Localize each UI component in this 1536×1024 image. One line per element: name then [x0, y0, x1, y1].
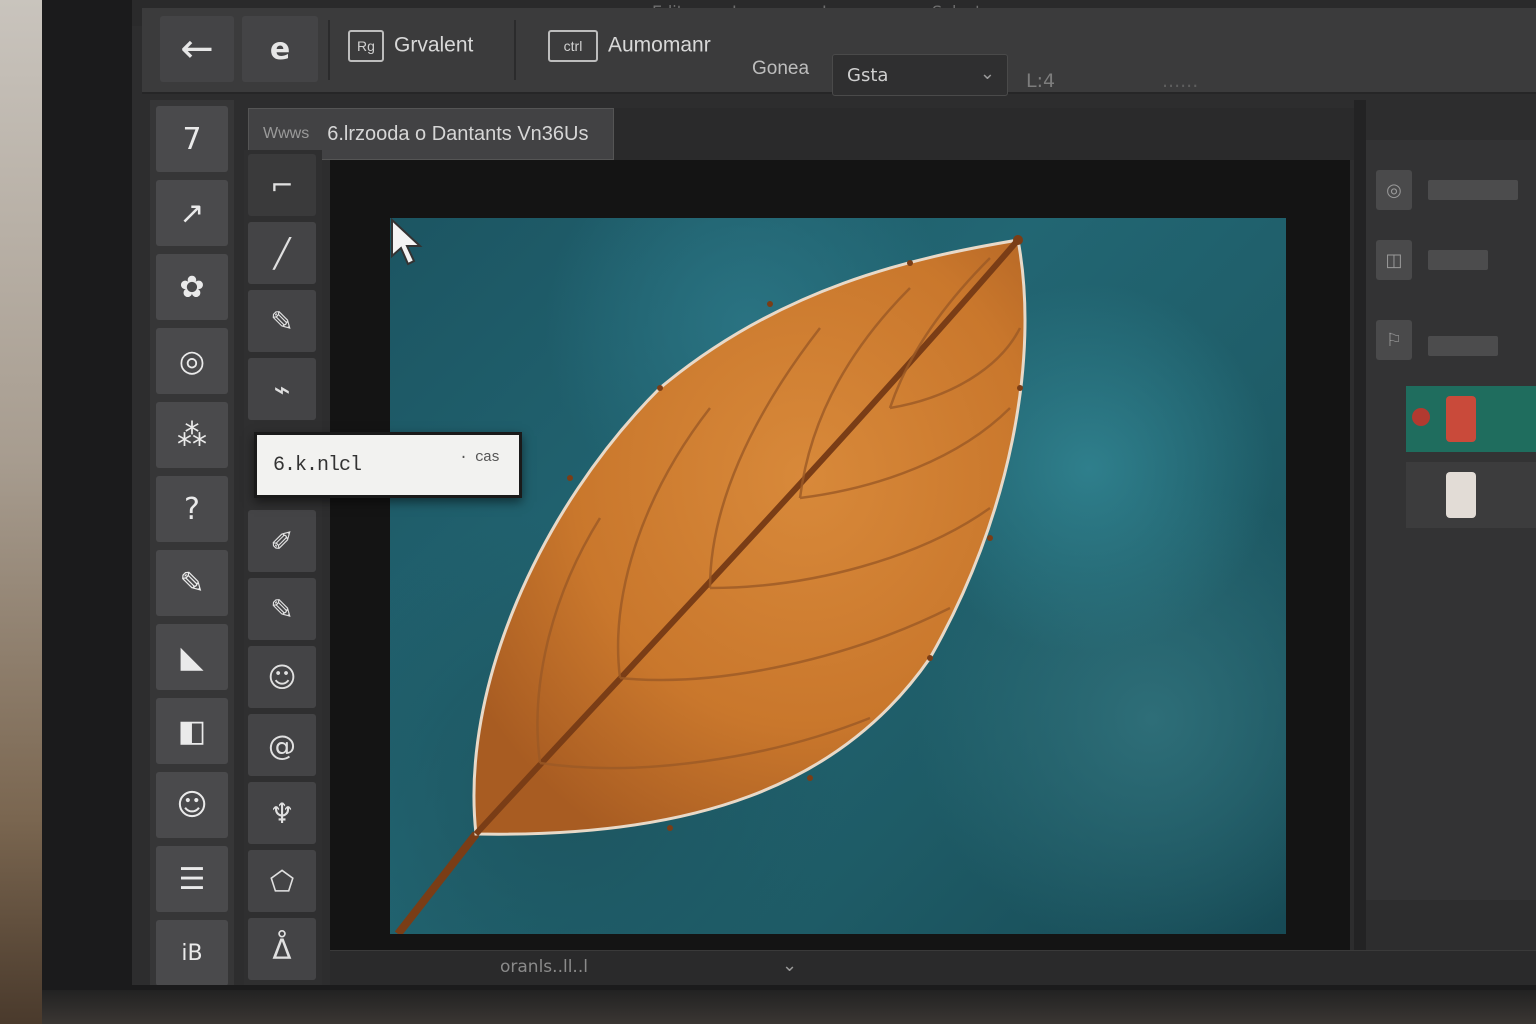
layer-thumbnail [1446, 472, 1476, 518]
pencil-icon: ✐ [270, 524, 294, 558]
brush-icon: 7 [182, 121, 202, 157]
tool-move[interactable]: ↗ [156, 180, 228, 246]
brush-icon: ✎ [270, 304, 294, 338]
secondary-tools-panel: ⌐ ╱ ✎ ⌁ ✐ ✎ ☺ @ ♆ ⬠ ᐂ [244, 150, 322, 985]
options-bar: ← e Rg Grvalent ctrl Aumomanr Gonea Gsta ⌄… [142, 8, 1536, 96]
face-icon: ☺ [176, 787, 208, 823]
move-icon: ↗ [179, 195, 205, 231]
mouse-cursor-icon [391, 218, 423, 266]
automation-label: Aumomanr [608, 33, 711, 57]
panel-label-2 [1428, 250, 1488, 270]
tool-heal[interactable]: ✿ [156, 254, 228, 320]
tool-option-10[interactable]: ⬠ [248, 850, 316, 912]
at-icon: @ [268, 728, 296, 762]
tool-option-2[interactable]: ╱ [248, 222, 316, 284]
tool-option-11[interactable]: ᐂ [248, 918, 316, 980]
e-button[interactable]: e [242, 16, 318, 82]
tooltip-shortcut: · cas [458, 449, 500, 466]
tool-option-7[interactable]: ☺ [248, 646, 316, 708]
mode-dropdown-value: Gsta [847, 64, 889, 86]
visibility-icon[interactable] [1412, 408, 1430, 426]
tool-option-1[interactable]: ⌐ [248, 154, 316, 216]
layer-row-active[interactable] [1406, 386, 1536, 452]
list-icon: ☰ [178, 861, 206, 897]
tool-option-5[interactable]: ✐ [248, 510, 316, 572]
extra-option[interactable]: L:4 [1026, 70, 1055, 92]
tool-option-6[interactable]: ✎ [248, 578, 316, 640]
back-button[interactable]: ← [160, 16, 234, 82]
blob-icon: ⁂ [177, 417, 207, 453]
document-tab-prefix: Wwws [263, 125, 310, 142]
chevron-down-icon[interactable]: ⌄ [782, 955, 797, 976]
automation-option[interactable]: ctrl Aumomanr [548, 30, 711, 62]
divider [514, 20, 516, 80]
heal-icon: ✿ [179, 269, 205, 305]
pentagon-icon: ⬠ [269, 864, 295, 898]
photo-canvas[interactable] [390, 218, 1286, 934]
faded-option: ...... [1162, 70, 1199, 92]
tab-strip [614, 108, 1354, 160]
trident-icon: ♆ [269, 796, 295, 830]
panel-icon-3[interactable]: ⚐ [1376, 320, 1412, 360]
tool-list[interactable]: ☰ [156, 846, 228, 912]
triangle-icon: ◣ [180, 639, 204, 675]
canvas-area[interactable] [330, 160, 1350, 950]
automation-icon: ctrl [548, 30, 598, 62]
status-bar: oranls..ll..l ⌄ [330, 950, 1536, 985]
panel-divider [1354, 100, 1366, 985]
target-icon: ◎ [178, 343, 206, 379]
panel-label-3 [1428, 336, 1498, 356]
tool-target[interactable]: ◎ [156, 328, 228, 394]
e-button-label: e [269, 31, 291, 67]
app-window: Edit Image Layer Select ← e RgGrvalent c… [132, 0, 1536, 985]
tool-crop[interactable]: ◧ [156, 698, 228, 764]
corner-icon: ⌐ [270, 168, 294, 202]
spring-icon: ⌁ [273, 372, 291, 406]
mode-dropdown[interactable]: Gsta ⌄ [832, 54, 1008, 96]
arrow-left-icon: ← [180, 26, 214, 72]
tool-tooltip: 6.k.nlcl · cas [254, 432, 522, 498]
layer-thumbnail [1446, 396, 1476, 442]
gradient-option[interactable]: Rg Grvalent [348, 30, 473, 62]
divider [328, 20, 330, 80]
monitor-bezel-bottom [42, 990, 1536, 1024]
tool-help[interactable]: ? [156, 476, 228, 542]
tool-option-8[interactable]: @ [248, 714, 316, 776]
marker-icon: ✎ [270, 592, 294, 626]
panel-icon-2[interactable]: ◫ [1376, 240, 1412, 280]
layers-panel: ◎ ◫ ⚐ [1366, 140, 1536, 900]
tool-shape[interactable]: ◣ [156, 624, 228, 690]
panel-icon-1[interactable]: ◎ [1376, 170, 1412, 210]
leaf-image [394, 235, 1027, 934]
pen-icon: ✎ [179, 565, 205, 601]
tool-blob[interactable]: ⁂ [156, 402, 228, 468]
status-text: oranls..ll..l [500, 957, 588, 977]
gradient-icon: Rg [348, 30, 384, 62]
crop-icon: ◧ [177, 713, 207, 749]
shape-icon: ᐂ [272, 932, 292, 966]
panel-label-1 [1428, 180, 1518, 200]
line-icon: ╱ [273, 236, 291, 270]
tool-face[interactable]: ☺ [156, 772, 228, 838]
tool-text[interactable]: iB [156, 920, 228, 985]
text-icon: iB [181, 940, 203, 966]
document-tab-title: 6.lrzooda o Dantants Vn36Us [327, 122, 589, 145]
mode-label: Gonea [752, 58, 810, 79]
tools-panel: 7 ↗ ✿ ◎ ⁂ ? ✎ ◣ ◧ ☺ ☰ iB [150, 100, 234, 985]
tool-option-4[interactable]: ⌁ [248, 358, 316, 420]
tooltip-label: 6.k.nlcl [273, 453, 362, 477]
face-icon: ☺ [267, 660, 297, 694]
tool-option-3[interactable]: ✎ [248, 290, 316, 352]
tool-option-9[interactable]: ♆ [248, 782, 316, 844]
layer-row[interactable] [1406, 462, 1536, 528]
chevron-down-icon: ⌄ [979, 63, 995, 84]
gradient-label: Grvalent [394, 33, 474, 57]
question-icon: ? [184, 491, 200, 527]
tool-brush[interactable]: 7 [156, 106, 228, 172]
tool-pen[interactable]: ✎ [156, 550, 228, 616]
